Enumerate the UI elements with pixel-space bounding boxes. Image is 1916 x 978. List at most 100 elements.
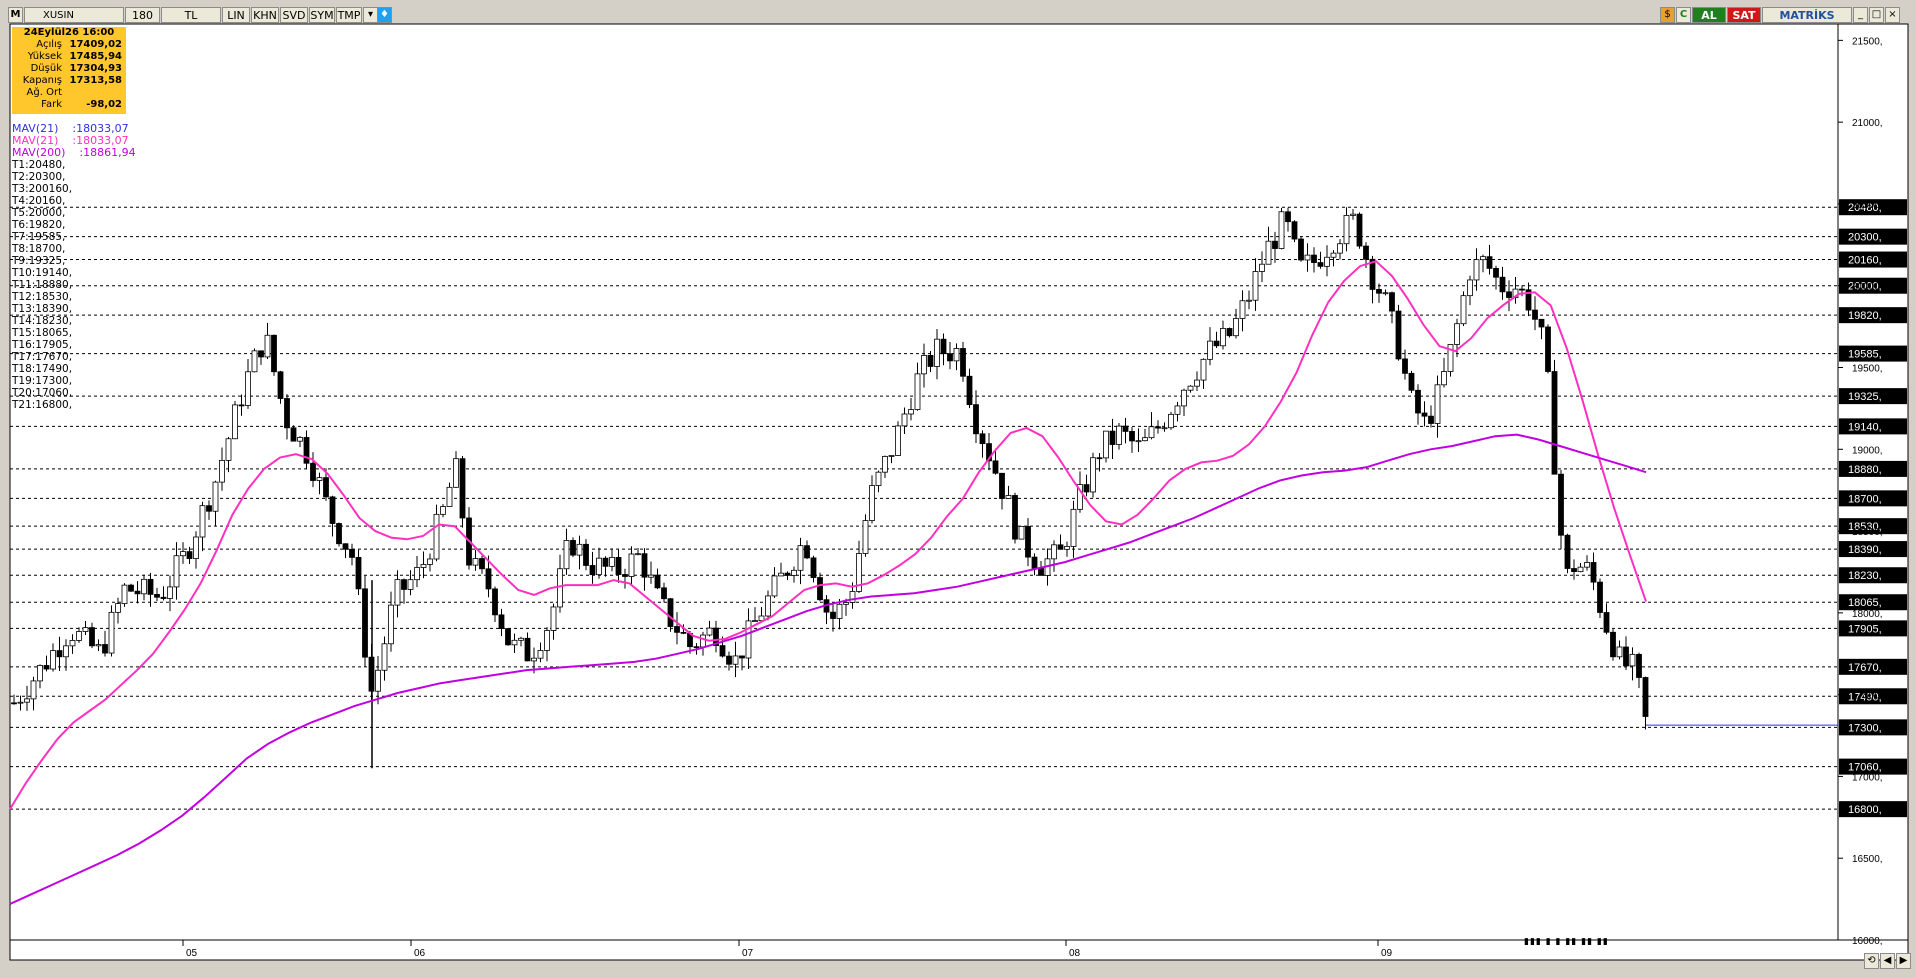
candle-body (128, 584, 134, 592)
trend-label: T4:20160, (12, 195, 66, 207)
candle-body (960, 348, 966, 377)
candle-body (1545, 326, 1551, 372)
candle-body (1278, 211, 1285, 249)
candle-body (953, 348, 960, 362)
candle-body (1025, 526, 1031, 558)
close-label: Kapanış (22, 75, 62, 86)
trend-label: T3:200160, (12, 183, 73, 195)
candle-body (30, 680, 37, 700)
candle-body (24, 698, 30, 703)
candle-body (732, 655, 739, 665)
scroll-left-icon[interactable]: ◀ (1880, 953, 1895, 969)
candle-body (63, 645, 69, 658)
candle-body (635, 553, 641, 556)
candle-body (583, 543, 589, 566)
candle-body (1285, 211, 1291, 223)
candle-body (1259, 263, 1265, 272)
candle-body (310, 462, 316, 481)
x-tick-label: 08 (1069, 948, 1081, 959)
candle-body (232, 404, 238, 440)
indicator-mav200: MAV(200) :18861,94 (12, 147, 136, 159)
level-label: 17300, (1848, 722, 1882, 734)
candle-body (381, 643, 388, 671)
y-tick-label: 16000, (1852, 936, 1883, 947)
candle-body (1005, 495, 1012, 499)
candle-body (700, 634, 706, 648)
candle-body (1584, 562, 1590, 568)
candle-body (43, 665, 50, 670)
price-chart[interactable]: 20480,20300,20160,20000,19820,19585,1932… (0, 0, 1916, 978)
candle-body (167, 586, 173, 599)
candle-body (141, 578, 147, 595)
candle-body (225, 438, 232, 461)
candle-body (648, 574, 654, 578)
trend-label: T15:18065, (12, 327, 73, 339)
candle-body (362, 588, 368, 658)
candle-body (791, 569, 797, 576)
candle-body (472, 558, 479, 566)
candle-body (1135, 440, 1142, 443)
candle-body (1493, 267, 1499, 278)
candle-body (206, 505, 212, 512)
candle-body (1616, 646, 1623, 658)
pan-icon[interactable]: ⟲ (1864, 953, 1879, 969)
candle-body (1070, 508, 1077, 547)
candle-body (1194, 379, 1200, 387)
candle-body (1083, 484, 1090, 493)
scroll-right-icon[interactable]: ▶ (1896, 953, 1911, 969)
candle-body (238, 404, 245, 407)
x-tick-label: 07 (742, 948, 754, 959)
trend-label: T20:17060, (12, 387, 73, 399)
candle-body (433, 513, 440, 560)
trend-label: T19:17300, (12, 375, 73, 387)
y-tick-label: 16500, (1852, 854, 1883, 865)
candle-body (641, 553, 648, 578)
candle-body (485, 568, 492, 590)
level-label: 19140, (1848, 421, 1882, 433)
level-label: 18700, (1848, 493, 1882, 505)
candle-body (323, 477, 329, 498)
candle-body (1161, 427, 1168, 430)
candle-body (1090, 457, 1096, 493)
candle-body (1480, 256, 1486, 261)
candle-body (1174, 405, 1181, 415)
candle-body (180, 551, 186, 557)
chart-window: M XUSIN 180 TL LIN KHN SVD SYM TMP ▾ ♦ $… (0, 0, 1916, 978)
trend-label: T2:20300, (12, 171, 66, 183)
candle-body (901, 413, 908, 427)
candle-body (355, 556, 362, 590)
candle-body (1181, 389, 1187, 407)
candle-body (1473, 259, 1480, 281)
candle-body (1564, 534, 1571, 569)
candle-body (427, 558, 433, 565)
candle-body (1317, 262, 1324, 267)
candle-body (297, 437, 303, 442)
candle-body (511, 639, 518, 646)
candle-body (726, 655, 732, 665)
candle-body (1577, 566, 1584, 573)
y-tick-label: 21500, (1852, 36, 1883, 47)
level-label: 18880, (1848, 464, 1882, 476)
candle-body (537, 650, 544, 659)
candle-body (134, 590, 141, 595)
candle-body (1551, 371, 1558, 475)
level-label: 18390, (1848, 544, 1882, 556)
candle-body (11, 702, 17, 705)
candle-body (1187, 385, 1194, 391)
candle-body (615, 556, 622, 575)
candle-body (869, 485, 875, 521)
level-label: 18230, (1848, 570, 1882, 582)
candle-body (966, 375, 973, 406)
candle-body (1311, 254, 1317, 263)
candle-body (251, 350, 258, 373)
candle-body (1350, 213, 1356, 216)
candle-body (407, 579, 414, 590)
trend-label: T6:19820, (12, 219, 66, 231)
open-value: 17409,02 (69, 39, 122, 50)
level-label: 20300, (1848, 232, 1882, 244)
candle-body (1558, 473, 1564, 536)
candle-body (979, 433, 986, 445)
candle-body (121, 584, 128, 605)
candle-body (1246, 299, 1252, 302)
candle-body (810, 557, 817, 578)
